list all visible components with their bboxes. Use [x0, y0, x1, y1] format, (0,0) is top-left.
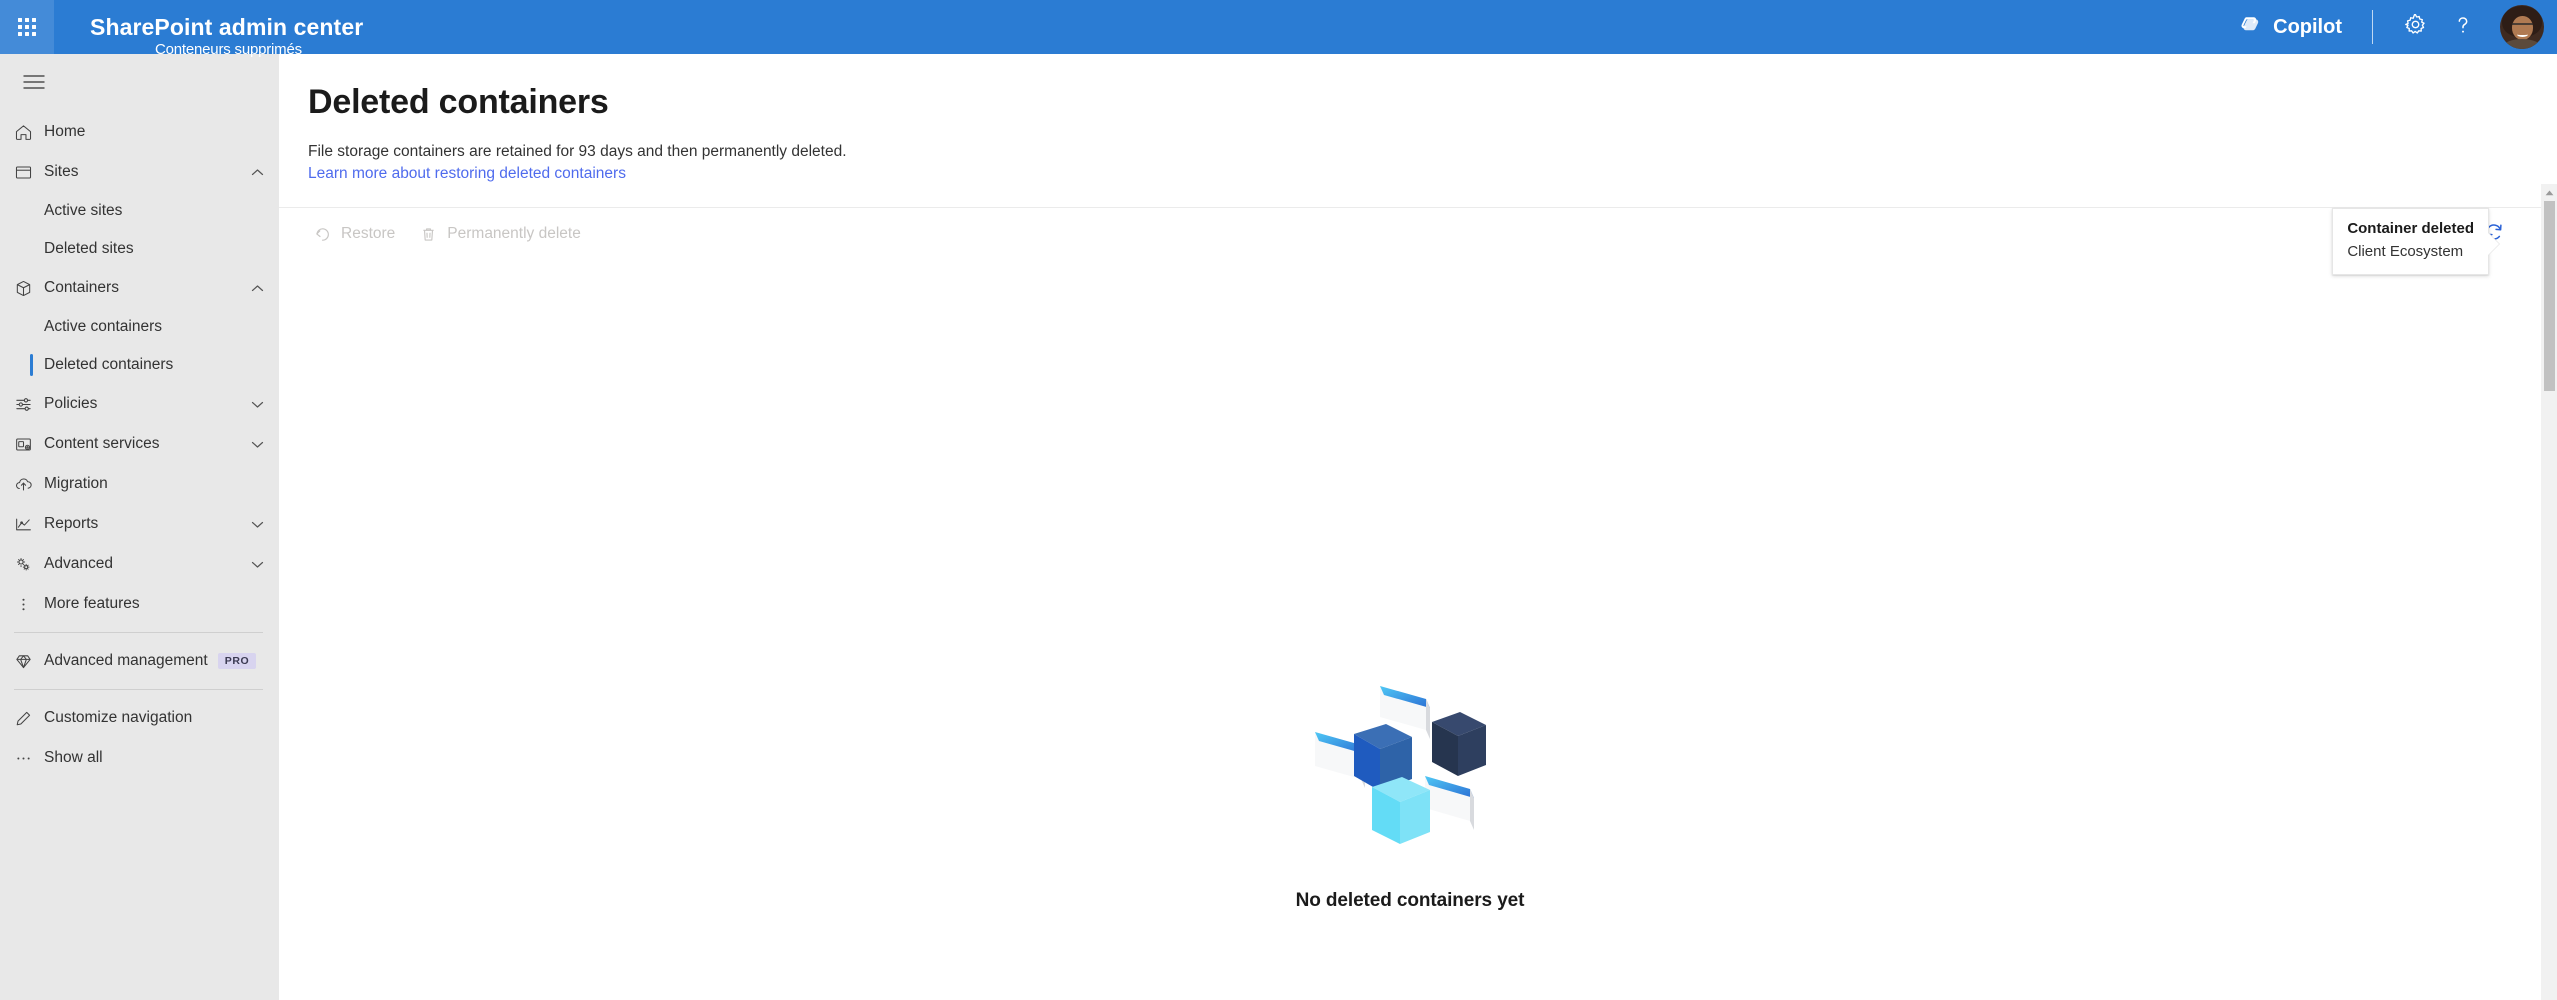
restore-arrow-icon — [313, 225, 332, 244]
suite-header: SharePoint admin center Copilot — [0, 0, 2557, 54]
learn-more-link[interactable]: Learn more about restoring deleted conta… — [308, 165, 626, 183]
sharepoint-admin-center-page: SharePoint admin center Copilot Conteneu… — [0, 0, 2557, 1000]
sidebar-item-advanced[interactable]: Advanced — [0, 544, 279, 584]
more-features-icon — [14, 595, 44, 614]
sidebar-item-advanced-management[interactable]: Advanced management PRO — [0, 641, 279, 681]
sidebar-item-label: Content services — [44, 435, 160, 452]
sidebar-item-label: Advanced management — [44, 652, 208, 669]
sidebar-item-more-features[interactable]: More features — [0, 584, 279, 624]
scroll-up-arrow-icon[interactable] — [2541, 184, 2557, 201]
permanently-delete-label: Permanently delete — [447, 225, 581, 243]
app-launcher-button[interactable] — [0, 0, 54, 54]
question-mark-icon — [2450, 12, 2476, 43]
restore-button[interactable]: Restore — [301, 215, 407, 253]
sidebar-item-label: Policies — [44, 395, 98, 412]
waffle-icon — [18, 18, 36, 36]
copilot-icon — [2239, 12, 2263, 42]
restore-label: Restore — [341, 225, 396, 243]
callout-subtitle: Client Ecosystem — [2347, 242, 2464, 260]
sidebar-item-active-sites[interactable]: Active sites — [0, 192, 279, 230]
reports-icon — [14, 515, 44, 534]
sidebar-item-label: Sites — [44, 163, 79, 180]
gear-icon — [2403, 12, 2428, 42]
suite-title[interactable]: SharePoint admin center — [90, 14, 363, 41]
sidebar-item-show-all[interactable]: Show all — [0, 738, 279, 778]
empty-state: No deleted containers yet — [279, 664, 2541, 912]
diamond-icon — [14, 652, 44, 671]
sidebar-item-label: Reports — [44, 515, 99, 532]
content-services-icon — [14, 435, 44, 454]
nav-divider-1 — [14, 632, 263, 633]
hamburger-icon — [23, 74, 45, 95]
scrollbar-thumb[interactable] — [2543, 201, 2555, 391]
sidebar-item-policies[interactable]: Policies — [0, 384, 279, 424]
help-button[interactable] — [2439, 3, 2487, 51]
left-navigation: Home Sites Active sites Deleted sites Co… — [0, 54, 279, 1000]
ellipsis-icon — [14, 749, 44, 768]
sidebar-item-active-containers[interactable]: Active containers — [0, 308, 279, 346]
page-title: Deleted containers — [308, 83, 609, 121]
chevron-down-icon — [245, 440, 269, 449]
chevron-down-icon — [245, 520, 269, 529]
pencil-icon — [14, 709, 44, 728]
sidebar-item-customize-navigation[interactable]: Customize navigation — [0, 698, 279, 738]
sidebar-item-sites[interactable]: Sites — [0, 152, 279, 192]
sites-icon — [14, 163, 44, 182]
permanently-delete-button[interactable]: Permanently delete — [407, 215, 593, 253]
sidebar-item-reports[interactable]: Reports — [0, 504, 279, 544]
sidebar-item-containers[interactable]: Containers — [0, 268, 279, 308]
sidebar-item-label: Migration — [44, 475, 108, 492]
sidebar-item-label: More features — [44, 595, 140, 612]
page-header: Deleted containers File storage containe… — [279, 54, 2557, 183]
sidebar-item-deleted-sites[interactable]: Deleted sites — [0, 230, 279, 268]
sidebar-item-label: Containers — [44, 279, 119, 296]
suite-header-actions: Copilot — [2227, 0, 2557, 54]
copilot-label: Copilot — [2273, 15, 2342, 38]
nav-toggle-button[interactable] — [10, 60, 58, 108]
sidebar-subitem-label: Active containers — [44, 318, 163, 335]
command-bar: Restore Permanently delete Container del… — [279, 207, 2557, 275]
empty-state-text: No deleted containers yet — [1295, 890, 1525, 911]
sidebar-item-label: Show all — [44, 749, 103, 766]
home-icon — [14, 123, 44, 142]
sidebar-item-migration[interactable]: Migration — [0, 464, 279, 504]
command-bar-buttons: Restore Permanently delete — [279, 208, 2557, 260]
vertical-scrollbar[interactable] — [2541, 184, 2557, 1000]
migration-icon — [14, 475, 44, 494]
sidebar-item-label: Advanced — [44, 555, 113, 572]
sidebar-item-content-services[interactable]: Content services — [0, 424, 279, 464]
containers-icon — [14, 279, 44, 298]
sidebar-subitem-label: Active sites — [44, 202, 123, 219]
pro-badge: PRO — [217, 653, 257, 669]
account-manager-button[interactable] — [2495, 0, 2549, 54]
sidebar-item-label: Customize navigation — [44, 709, 193, 726]
main-content: Deleted containers File storage containe… — [279, 54, 2557, 1000]
chevron-down-icon — [245, 560, 269, 569]
sidebar-subitem-label: Deleted containers — [44, 356, 174, 373]
page-description: File storage containers are retained for… — [308, 142, 847, 160]
container-deleted-callout: Container deleted Client Ecosystem — [2332, 208, 2500, 275]
chevron-up-icon — [245, 168, 269, 177]
copilot-button[interactable]: Copilot — [2227, 7, 2354, 47]
sidebar-item-label: Home — [44, 123, 86, 140]
sidebar-item-deleted-containers[interactable]: Deleted containers — [0, 346, 279, 384]
sidebar-subitem-label: Deleted sites — [44, 240, 134, 257]
callout-title: Container deleted — [2347, 220, 2474, 238]
settings-button[interactable] — [2391, 3, 2439, 51]
advanced-icon — [14, 555, 44, 574]
header-divider — [2372, 10, 2373, 44]
sidebar-item-home[interactable]: Home — [0, 112, 279, 152]
chevron-down-icon — [245, 400, 269, 409]
nav-divider-2 — [14, 689, 263, 690]
avatar — [2500, 5, 2544, 49]
isometric-containers-illustration — [1280, 664, 1540, 864]
chevron-up-icon — [245, 284, 269, 293]
trash-icon — [419, 225, 438, 244]
policies-icon — [14, 395, 44, 414]
